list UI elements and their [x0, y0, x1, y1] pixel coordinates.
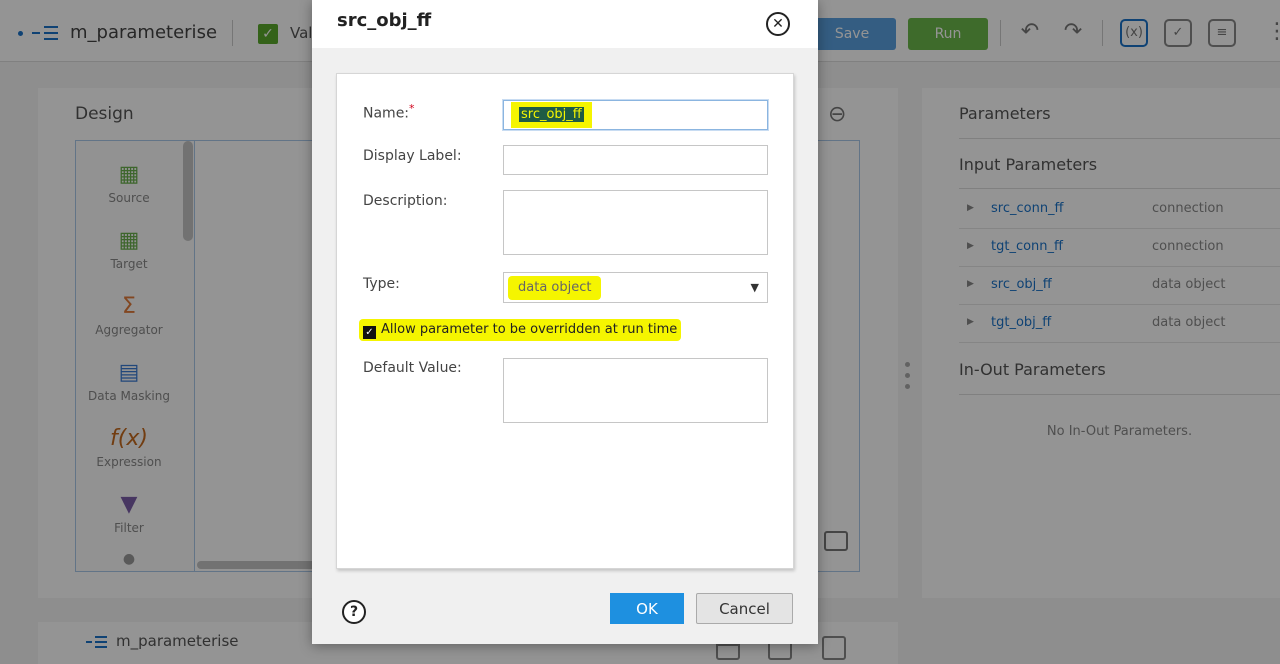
default-value-field[interactable] [503, 358, 768, 423]
dialog-title: src_obj_ff [337, 10, 432, 31]
type-label: Type: [363, 276, 400, 292]
display-label-field[interactable] [503, 145, 768, 175]
name-label: Name:* [363, 102, 415, 122]
override-label: Allow parameter to be overridden at run … [381, 322, 678, 337]
override-option[interactable]: ✓ Allow parameter to be overridden at run… [359, 319, 682, 341]
display-label-label: Display Label: [363, 148, 462, 164]
chevron-down-icon: ▼ [750, 281, 759, 294]
ok-button[interactable]: OK [610, 593, 684, 624]
type-value: data object [508, 276, 602, 300]
close-icon[interactable]: ✕ [766, 12, 790, 36]
type-select[interactable]: data object ▼ [503, 272, 768, 303]
dialog-header: src_obj_ff ✕ [312, 0, 818, 48]
dialog-form: Name:* src_obj_ff Display Label: Descrip… [336, 73, 794, 569]
default-value-label: Default Value: [363, 360, 462, 376]
override-checkbox[interactable]: ✓ [363, 326, 376, 339]
required-marker: * [409, 102, 415, 115]
parameter-dialog: src_obj_ff ✕ Name:* src_obj_ff Display L… [312, 0, 818, 644]
name-value: src_obj_ff [511, 102, 592, 128]
help-icon[interactable]: ? [342, 600, 366, 624]
description-label: Description: [363, 193, 448, 209]
description-field[interactable] [503, 190, 768, 255]
cancel-button[interactable]: Cancel [696, 593, 793, 624]
